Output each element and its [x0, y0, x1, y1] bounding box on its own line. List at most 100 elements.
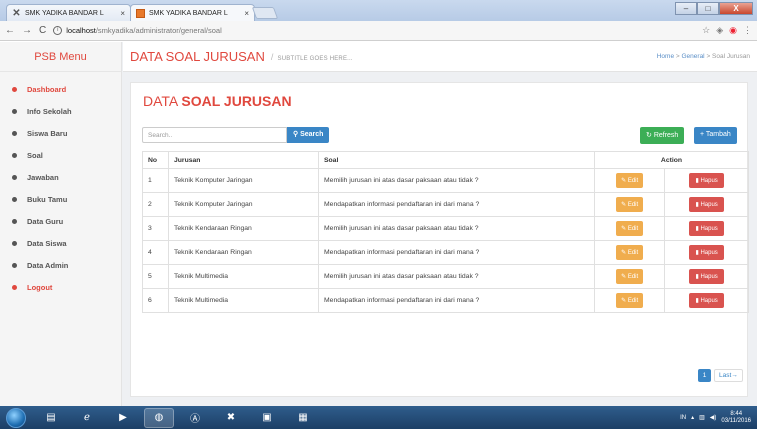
table-row: 5 Teknik Multimedia Memilih jurusan ini … [142, 264, 749, 289]
forward-icon[interactable]: → [22, 25, 32, 36]
breadcrumb-general[interactable]: General [682, 53, 705, 60]
ie-icon[interactable]: ℯ [72, 408, 102, 428]
pagination: 1 Last→ [698, 369, 743, 382]
minimize-button[interactable]: – [675, 2, 697, 15]
add-button[interactable]: + Tambah [694, 127, 737, 144]
cell-edit: ✎ Edit [593, 192, 666, 217]
cell-no: 5 [142, 264, 169, 289]
cell-soal: Memilih jurusan ini atas dasar paksaan a… [318, 168, 595, 193]
tray-arrow-icon[interactable]: ▴ [691, 414, 694, 421]
cell-hapus: ▮ Hapus [664, 240, 749, 265]
edit-button[interactable]: ✎ Edit [616, 245, 644, 260]
edit-button[interactable]: ✎ Edit [616, 269, 644, 284]
delete-button[interactable]: ▮ Hapus [689, 173, 724, 188]
col-no: No [142, 151, 169, 169]
browser-tab-2[interactable]: SMK YADIKA BANDAR L × [130, 4, 255, 21]
last-page-button[interactable]: Last→ [714, 369, 743, 382]
sidebar: PSB Menu Dashboard Info Sekolah Siswa Ba… [0, 42, 122, 406]
sidebar-item-info-sekolah[interactable]: Info Sekolah [0, 100, 121, 122]
delete-button[interactable]: ▮ Hapus [689, 197, 724, 212]
delete-button[interactable]: ▮ Hapus [689, 269, 724, 284]
cell-edit: ✎ Edit [593, 216, 666, 241]
sidebar-item-logout[interactable]: Logout [0, 276, 121, 298]
reload-icon[interactable]: C [39, 25, 46, 36]
url-path: /smkyadika/administrator/general/soal [95, 26, 222, 35]
page-1-button[interactable]: 1 [698, 369, 711, 382]
soal-table: No Jurusan Soal Action 1 Teknik Komputer… [142, 151, 749, 313]
app-icon[interactable]: Ⓐ [180, 408, 210, 428]
clock[interactable]: 8:44 03/11/2016 [721, 411, 751, 425]
volume-icon[interactable]: ◀) [710, 414, 717, 421]
app-window-icon[interactable]: ▦ [288, 408, 318, 428]
cell-no: 3 [142, 216, 169, 241]
cell-hapus: ▮ Hapus [664, 216, 749, 241]
info-icon[interactable]: i [53, 26, 63, 35]
sidebar-item-buku-tamu[interactable]: Buku Tamu [0, 188, 121, 210]
page-title: DATA SOAL JURUSAN [130, 49, 265, 64]
sidebar-item-label: Soal [27, 150, 43, 160]
sidebar-item-dashboard[interactable]: Dashboard [0, 78, 121, 100]
extension-icon[interactable]: ◈ [716, 25, 723, 36]
edit-button[interactable]: ✎ Edit [616, 221, 644, 236]
media-player-icon[interactable]: ▶ [108, 408, 138, 428]
cell-hapus: ▮ Hapus [664, 168, 749, 193]
network-icon[interactable]: ▥ [699, 414, 705, 421]
language-indicator[interactable]: IN [680, 415, 686, 421]
cell-soal: Mendapatkan informasi pendaftaran ini da… [318, 240, 595, 265]
url-field[interactable]: i localhost /smkyadika/administrator/gen… [53, 26, 222, 35]
edit-button[interactable]: ✎ Edit [616, 293, 644, 308]
breadcrumb: Home > General > Soal Jurusan [656, 53, 750, 60]
sidebar-item-soal[interactable]: Soal [0, 144, 121, 166]
bookmark-star-icon[interactable]: ☆ [702, 25, 710, 36]
extension-icon[interactable]: ◉ [729, 25, 737, 36]
new-tab-button[interactable] [251, 7, 279, 19]
search-button[interactable]: ⚲ Search [287, 127, 330, 143]
sidebar-item-siswa-baru[interactable]: Siswa Baru [0, 122, 121, 144]
tab-favicon-icon [136, 8, 145, 18]
browser-tabstrip: ✕ SMK YADIKA BANDAR L × SMK YADIKA BANDA… [0, 0, 757, 21]
browser-tab-1[interactable]: ✕ SMK YADIKA BANDAR L × [6, 4, 131, 21]
sidebar-item-label: Data Siswa [27, 238, 67, 248]
cell-edit: ✎ Edit [593, 240, 666, 265]
address-bar: ← → C i localhost /smkyadika/administrat… [0, 21, 757, 41]
back-icon[interactable]: ← [5, 25, 15, 36]
sidebar-item-jawaban[interactable]: Jawaban [0, 166, 121, 188]
arrow-right-icon: → [731, 372, 738, 379]
breadcrumb-current: Soal Jurusan [712, 53, 750, 60]
cell-edit: ✎ Edit [593, 288, 666, 313]
cell-soal: Mendapatkan informasi pendaftaran ini da… [318, 288, 595, 313]
sidebar-item-data-guru[interactable]: Data Guru [0, 210, 121, 232]
sidebar-item-data-admin[interactable]: Data Admin [0, 254, 121, 276]
data-card: DATA SOAL JURUSAN Search.. ⚲ Search ↻ Re… [130, 82, 749, 397]
tab-close-icon[interactable]: × [120, 9, 125, 18]
xampp-icon[interactable]: ✖ [216, 408, 246, 428]
breadcrumb-home[interactable]: Home [657, 53, 674, 60]
cell-soal: Memilih jurusan ini atas dasar paksaan a… [318, 264, 595, 289]
cell-jurusan: Teknik Komputer Jaringan [168, 192, 319, 217]
bullet-icon [12, 240, 17, 246]
start-button[interactable] [6, 407, 26, 428]
delete-button[interactable]: ▮ Hapus [689, 221, 724, 236]
bullet-icon [12, 196, 17, 202]
bullet-icon [12, 86, 17, 92]
search-input[interactable]: Search.. [142, 127, 287, 143]
chrome-icon[interactable]: ◍ [144, 407, 174, 428]
tab-close-icon[interactable]: × [244, 9, 249, 18]
sidebar-item-label: Data Admin [27, 260, 69, 270]
window-icon[interactable]: ▣ [252, 408, 282, 428]
delete-button[interactable]: ▮ Hapus [689, 245, 724, 260]
maximize-button[interactable]: □ [697, 2, 719, 15]
close-window-button[interactable]: X [719, 2, 753, 15]
sidebar-item-data-siswa[interactable]: Data Siswa [0, 232, 121, 254]
col-jurusan: Jurusan [168, 151, 319, 169]
refresh-button[interactable]: ↻ Refresh [640, 127, 685, 144]
cell-no: 1 [142, 168, 169, 193]
menu-icon[interactable]: ⋮ [743, 25, 752, 36]
edit-button[interactable]: ✎ Edit [616, 173, 644, 188]
main-content: DATA SOAL JURUSAN / SUBTITLE GOES HERE...… [123, 42, 757, 406]
bullet-icon [12, 108, 17, 114]
explorer-icon[interactable]: ▤ [36, 408, 66, 428]
tab-title: SMK YADIKA BANDAR L [25, 9, 104, 17]
edit-button[interactable]: ✎ Edit [616, 197, 644, 212]
delete-button[interactable]: ▮ Hapus [689, 293, 724, 308]
